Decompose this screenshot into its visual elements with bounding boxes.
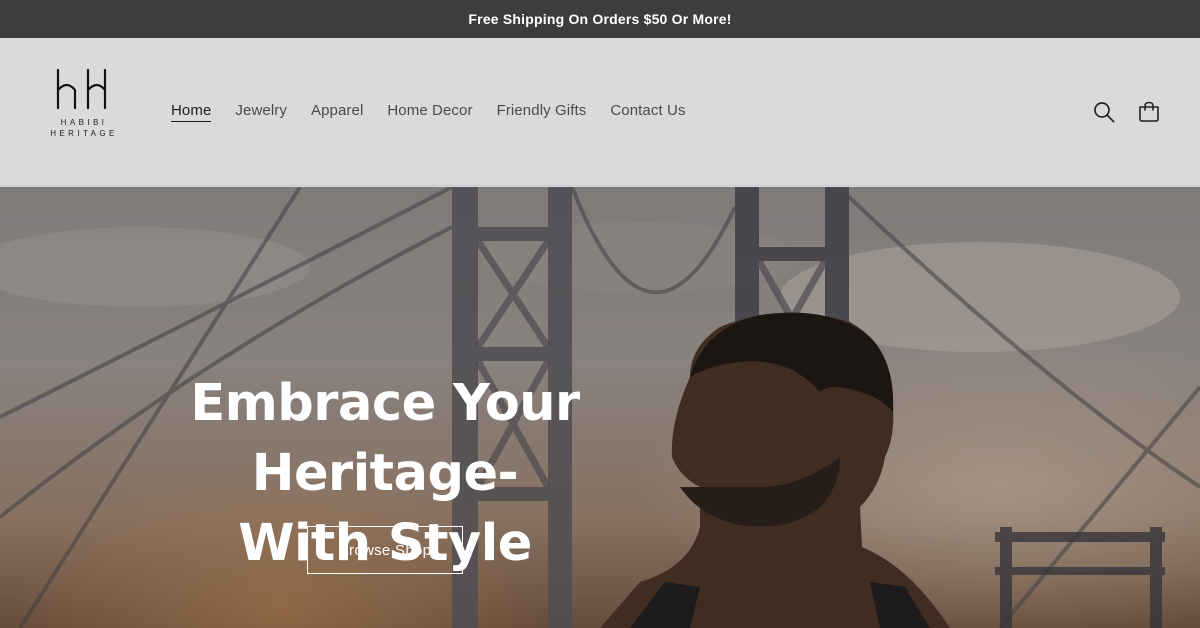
cart-button[interactable]: [1134, 97, 1164, 127]
nav-item-home-decor[interactable]: Home Decor: [387, 102, 472, 122]
site-header: HABIBI HERITAGE Home Jewelry Apparel Hom…: [0, 38, 1200, 186]
nav-item-jewelry[interactable]: Jewelry: [235, 102, 287, 122]
hero-title-line1: Embrace Your Heritage-: [190, 374, 580, 503]
announcement-bar: Free Shipping On Orders $50 Or More!: [0, 0, 1200, 38]
nav-item-contact-us[interactable]: Contact Us: [610, 102, 685, 122]
brand-monogram: [56, 68, 107, 110]
browse-shop-button[interactable]: Browse Shop: [307, 526, 463, 574]
main-nav: Home Jewelry Apparel Home Decor Friendly…: [171, 102, 710, 122]
brand-logo[interactable]: HABIBI HERITAGE: [40, 68, 128, 142]
brand-name-line1: HABIBI: [60, 118, 108, 127]
search-button[interactable]: [1089, 97, 1119, 127]
nav-item-apparel[interactable]: Apparel: [311, 102, 363, 122]
search-icon: [1094, 102, 1115, 123]
brand-name-line2: HERITAGE: [50, 129, 118, 138]
cart-icon: [1139, 101, 1159, 122]
announcement-text: Free Shipping On Orders $50 Or More!: [468, 11, 732, 27]
hero-banner: Embrace Your Heritage- With Style Browse…: [0, 187, 1200, 628]
nav-item-friendly-gifts[interactable]: Friendly Gifts: [497, 102, 587, 122]
nav-item-home[interactable]: Home: [171, 102, 212, 122]
